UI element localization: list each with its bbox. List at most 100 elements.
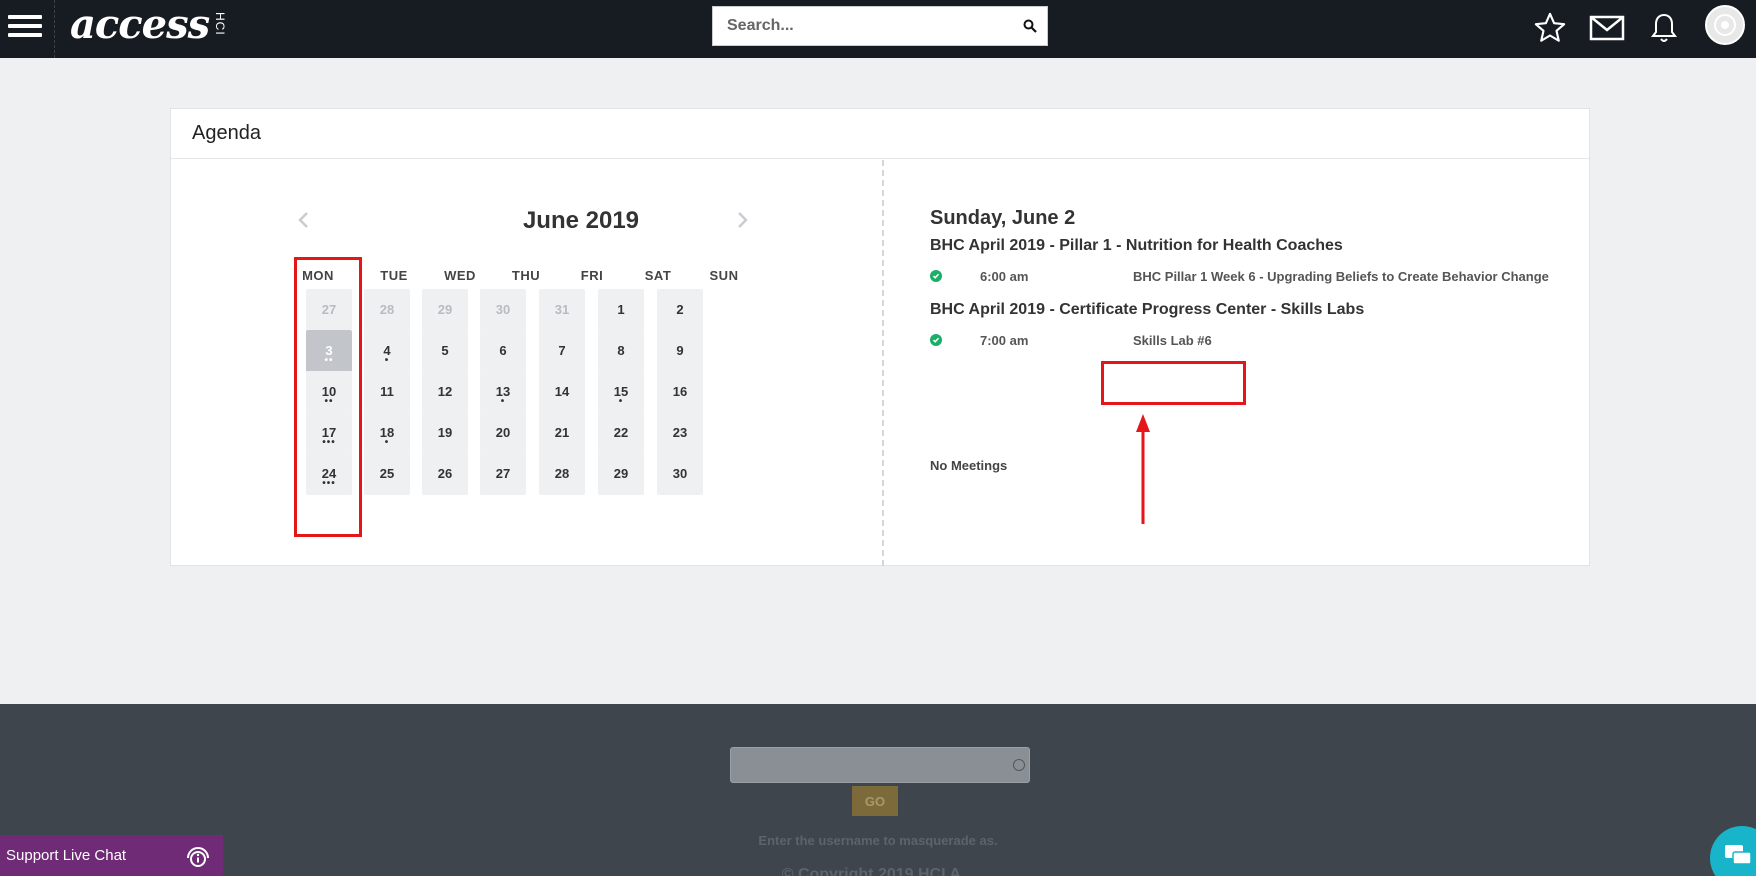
calendar-day[interactable]: 29 xyxy=(598,453,644,495)
chat-icon xyxy=(1725,845,1752,865)
calendar-day[interactable]: 28 xyxy=(364,289,410,331)
star-icon[interactable] xyxy=(1530,8,1570,48)
day-number: 25 xyxy=(379,466,395,481)
day-number: 11 xyxy=(380,384,394,399)
calendar-day[interactable]: 29 xyxy=(422,289,468,331)
calendar-day[interactable]: 17 ••• xyxy=(306,412,352,454)
top-navbar: access HCI xyxy=(0,0,1756,58)
day-number: 26 xyxy=(437,466,453,481)
calendar-month-label: June 2019 xyxy=(522,207,640,234)
day-number: 5 xyxy=(441,343,449,358)
day-number: 7 xyxy=(558,343,566,358)
bell-icon[interactable] xyxy=(1644,8,1684,48)
calendar-day[interactable]: 25 xyxy=(364,453,410,495)
day-number: 13 xyxy=(495,384,511,399)
selected-day-title: Sunday, June 2 xyxy=(930,207,1076,229)
copyright-text: © Copyright 2019 HCI A... xyxy=(781,866,975,876)
logo[interactable]: access HCI xyxy=(70,2,227,52)
logo-text: access xyxy=(70,1,210,48)
check-icon xyxy=(930,334,942,346)
calendar-day[interactable]: 19 xyxy=(422,412,468,454)
calendar-day[interactable]: 22 xyxy=(598,412,644,454)
calendar-day[interactable]: 27 xyxy=(480,453,526,495)
event-dots: • xyxy=(384,355,390,366)
calendar-day[interactable]: 13 • xyxy=(480,371,526,413)
day-number: 30 xyxy=(672,466,688,481)
calendar-day[interactable]: 12 xyxy=(422,371,468,413)
event-dots: • xyxy=(618,396,624,407)
calendar-day[interactable]: 18 • xyxy=(364,412,410,454)
day-number: 3 xyxy=(325,343,333,358)
course-group-title[interactable]: BHC April 2019 - Certificate Progress Ce… xyxy=(930,301,1364,319)
headset-icon xyxy=(187,846,209,867)
event-dots: •• xyxy=(324,396,334,407)
calendar-day[interactable]: 8 xyxy=(598,330,644,372)
weekday-label: THU xyxy=(511,268,541,283)
calendar-day[interactable]: 26 xyxy=(422,453,468,495)
event-time: 7:00 am xyxy=(980,332,1029,348)
calendar-day[interactable]: 6 xyxy=(480,330,526,372)
event-time: 6:00 am xyxy=(980,268,1029,284)
event-link[interactable]: BHC Pillar 1 Week 6 - Upgrading Beliefs … xyxy=(1133,269,1549,284)
day-number: 2 xyxy=(676,302,684,317)
calendar-day[interactable]: 23 xyxy=(657,412,703,454)
day-number: 28 xyxy=(554,466,570,481)
calendar-day[interactable]: 10 •• xyxy=(306,371,352,413)
day-number: 21 xyxy=(554,425,570,440)
day-number: 27 xyxy=(495,466,511,481)
day-number: 31 xyxy=(554,302,570,317)
event-dots: ••• xyxy=(322,437,336,448)
masquerade-input[interactable] xyxy=(730,747,1030,783)
avatar[interactable] xyxy=(1705,5,1745,45)
calendar-day[interactable]: 5 xyxy=(422,330,468,372)
calendar-day[interactable]: 4 • xyxy=(364,330,410,372)
calendar-day[interactable]: 1 xyxy=(598,289,644,331)
day-number: 28 xyxy=(379,302,395,317)
day-number: 9 xyxy=(676,343,684,358)
next-month-button[interactable] xyxy=(731,205,755,235)
calendar-day[interactable]: 30 xyxy=(480,289,526,331)
calendar-day[interactable]: 3 •• xyxy=(306,330,352,372)
menu-icon[interactable] xyxy=(8,10,42,44)
go-button[interactable]: GO xyxy=(852,786,898,816)
calendar-day[interactable]: 21 xyxy=(539,412,585,454)
day-number: 6 xyxy=(499,343,507,358)
calendar-day[interactable]: 28 xyxy=(539,453,585,495)
masquerade-hint: Enter the username to masquerade as. xyxy=(758,833,998,848)
agenda-header: Agenda xyxy=(171,109,1589,159)
day-number: 14 xyxy=(554,384,570,399)
day-number: 10 xyxy=(321,384,337,399)
calendar-day[interactable]: 7 xyxy=(539,330,585,372)
check-icon xyxy=(930,270,942,282)
day-number: 17 xyxy=(321,425,337,440)
calendar-day[interactable]: 30 xyxy=(657,453,703,495)
calendar-day[interactable]: 14 xyxy=(539,371,585,413)
calendar-day[interactable]: 2 xyxy=(657,289,703,331)
calendar-day[interactable]: 9 xyxy=(657,330,703,372)
day-number: 27 xyxy=(321,302,337,317)
agenda-card: Agenda June 2019 MON TUE WED THU FRI SAT… xyxy=(170,108,1590,566)
footer: GO Enter the username to masquerade as. … xyxy=(0,704,1756,876)
day-number: 16 xyxy=(672,384,688,399)
course-group-title[interactable]: BHC April 2019 - Pillar 1 - Nutrition fo… xyxy=(930,237,1343,255)
mail-icon[interactable] xyxy=(1587,8,1627,48)
calendar-day[interactable]: 31 xyxy=(539,289,585,331)
search-input[interactable] xyxy=(713,7,1013,45)
search-icon[interactable] xyxy=(1013,7,1047,45)
calendar-day[interactable]: 15 • xyxy=(598,371,644,413)
calendar-day[interactable]: 24 ••• xyxy=(306,453,352,495)
day-number: 4 xyxy=(383,343,391,358)
day-number: 19 xyxy=(437,425,453,440)
prev-month-button[interactable] xyxy=(291,205,315,235)
support-live-chat-button[interactable]: Support Live Chat xyxy=(0,835,223,876)
arrow-up-icon xyxy=(1136,414,1150,524)
calendar-day[interactable]: 27 xyxy=(306,289,352,331)
calendar-day[interactable]: 16 xyxy=(657,371,703,413)
calendar-day[interactable]: 20 xyxy=(480,412,526,454)
day-number: 22 xyxy=(613,425,629,440)
event-link[interactable]: Skills Lab #6 xyxy=(1133,333,1212,348)
calendar-day[interactable]: 11 xyxy=(364,371,410,413)
weekday-label: WED xyxy=(444,268,476,283)
weekday-label: FRI xyxy=(580,268,604,283)
weekday-label: SAT xyxy=(644,268,672,283)
